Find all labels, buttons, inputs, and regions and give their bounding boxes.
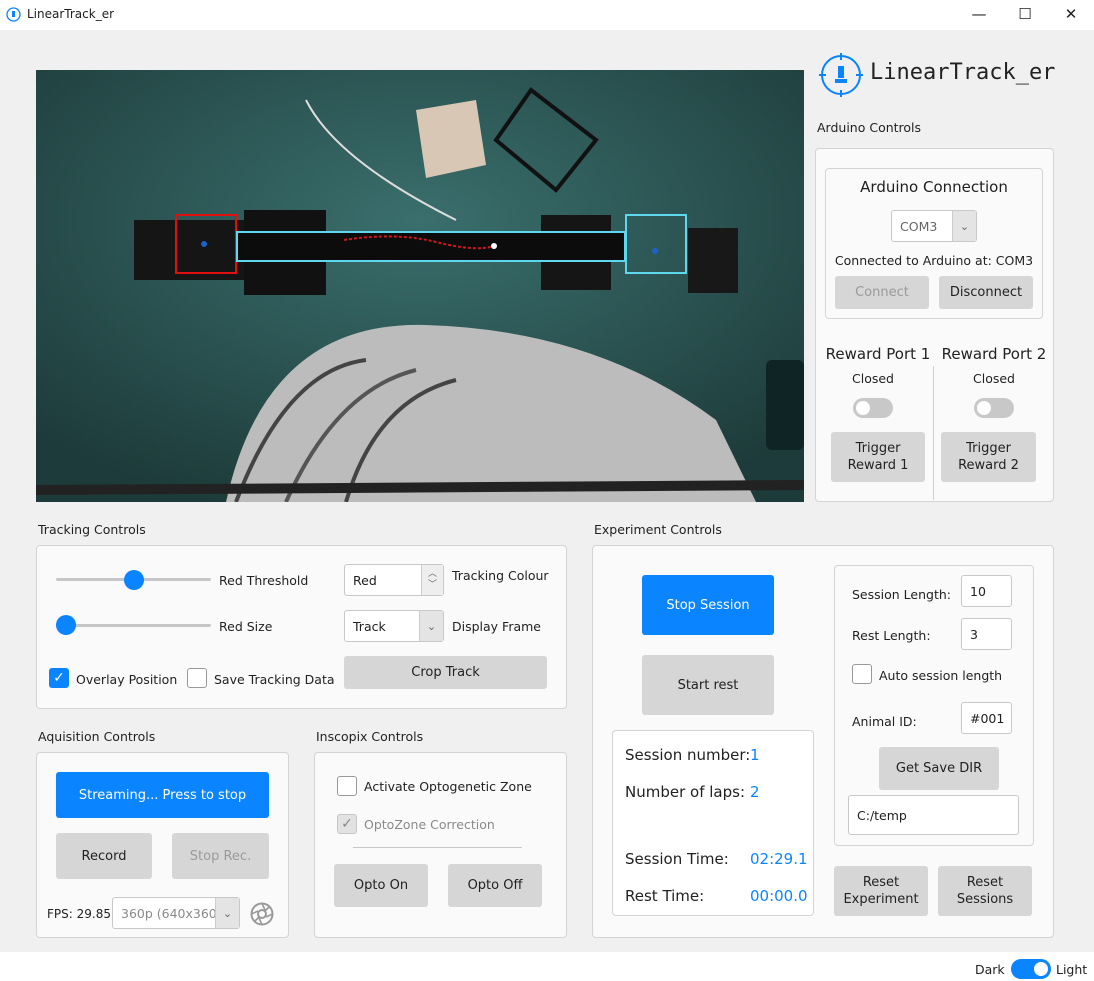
save-tracking-data-label: Save Tracking Data [214,672,335,687]
rest-length-input[interactable]: 3 [961,618,1012,650]
activate-opto-zone-label: Activate Optogenetic Zone [364,779,532,794]
rest-time-label: Rest Time: [625,887,705,905]
theme-toggle[interactable] [1011,959,1051,979]
animal-id-label: Animal ID: [852,714,917,729]
opto-zone-correction-checkbox[interactable]: ✓ [337,814,357,834]
title-bar: LinearTrack_er — ☐ ✕ [0,0,1094,30]
reward-divider [933,366,934,500]
theme-light-label: Light [1056,962,1088,977]
chevron-down-icon: ⌄ [419,611,443,641]
stop-record-button[interactable]: Stop Rec. [172,833,269,879]
reset-experiment-button[interactable]: Reset Experiment [834,866,928,916]
activate-opto-zone-checkbox[interactable] [337,776,357,796]
maximize-button[interactable]: ☐ [1002,0,1048,30]
app-icon [6,7,21,22]
stop-session-button[interactable]: Stop Session [642,575,774,635]
check-icon: ✓ [53,670,65,686]
animal-id-input[interactable]: #001 [961,702,1012,734]
session-length-label: Session Length: [852,587,951,602]
toggle-knob [856,401,870,415]
opto-off-button[interactable]: Opto Off [448,864,542,907]
camera-view[interactable] [36,70,804,502]
camera-aperture-icon[interactable] [250,902,274,926]
opto-zone-correction-label: OptoZone Correction [364,817,495,832]
connect-button[interactable]: Connect [835,276,929,309]
resolution-select[interactable]: 360p (640x360) ⌄ [112,897,240,929]
red-threshold-slider-handle[interactable] [123,570,144,590]
auto-session-length-label: Auto session length [879,668,1003,683]
window-title: LinearTrack_er [27,7,115,21]
reset-sessions-button[interactable]: Reset Sessions [938,866,1032,916]
reward-port-1-title: Reward Port 1 [825,345,931,363]
save-dir-input[interactable]: C:/temp [848,795,1019,835]
brand-logo-icon [819,53,863,97]
save-tracking-data-checkbox[interactable] [187,668,207,688]
display-frame-select[interactable]: Track ⌄ [344,610,444,642]
streaming-toggle-button[interactable]: Streaming... Press to stop [56,772,269,818]
inscopix-section-title: Inscopix Controls [316,729,424,744]
tracking-colour-spinbox[interactable]: Red ︿ ﹀ [344,564,444,596]
overlay-position-checkbox[interactable]: ✓ [49,668,69,688]
theme-dark-label: Dark [975,962,1005,977]
session-number-value: 1 [750,746,760,764]
session-time-value: 02:29.1 [750,850,808,868]
display-frame-label: Display Frame [452,619,541,634]
session-length-input[interactable]: 10 [961,575,1012,607]
start-rest-button[interactable]: Start rest [642,655,774,715]
check-icon: ✓ [341,816,353,832]
reward-port-2-state: Closed [973,371,1015,386]
tracking-colour-label: Tracking Colour [452,568,549,583]
session-time-label: Session Time: [625,850,729,868]
rest-length-label: Rest Length: [852,628,931,643]
red-threshold-label: Red Threshold [219,573,309,588]
reward-port-2-title: Reward Port 2 [941,345,1047,363]
minimize-button[interactable]: — [956,0,1002,30]
close-button[interactable]: ✕ [1048,0,1094,30]
reward-port-1-state: Closed [852,371,894,386]
display-frame-value: Track [353,618,386,634]
rest-time-value: 00:00.0 [750,887,808,905]
disconnect-button[interactable]: Disconnect [939,276,1033,309]
status-bar [0,952,1094,981]
toggle-knob [977,401,991,415]
arduino-section-title: Arduino Controls [817,120,922,135]
acquisition-section-title: Aquisition Controls [38,729,156,744]
inscopix-divider [353,847,522,848]
trigger-reward-1-button[interactable]: Trigger Reward 1 [831,432,925,482]
com-port-select[interactable]: COM3 ⌄ [891,210,977,242]
toggle-knob [1034,962,1048,976]
red-size-slider-track[interactable] [56,624,211,627]
opto-on-button[interactable]: Opto On [334,864,428,907]
com-port-value: COM3 [900,218,938,234]
resolution-value: 360p (640x360) [121,905,222,921]
connection-status: Connected to Arduino at: COM3 [834,253,1034,268]
camera-frame-image [36,70,804,502]
auto-session-length-checkbox[interactable] [852,664,872,684]
laps-value: 2 [750,783,760,801]
red-size-label: Red Size [219,619,273,634]
arduino-connection-title: Arduino Connection [860,178,1008,196]
chevron-down-icon: ⌄ [215,898,239,928]
session-number-label: Session number: [625,746,751,764]
fps-readout: FPS: 29.85 [47,907,111,921]
crop-track-button[interactable]: Crop Track [344,656,547,689]
reward-port-2-toggle[interactable] [974,398,1014,418]
spin-arrows-icon[interactable]: ︿ ﹀ [421,565,443,595]
reward-port-1-toggle[interactable] [853,398,893,418]
red-size-slider-handle[interactable] [56,615,76,635]
tracking-colour-value: Red [353,572,377,588]
chevron-down-icon: ⌄ [952,211,976,241]
laps-label: Number of laps: [625,783,745,801]
brand-name: LinearTrack_er [870,60,1056,85]
tracking-section-title: Tracking Controls [38,522,146,537]
record-button[interactable]: Record [56,833,152,879]
get-save-dir-button[interactable]: Get Save DIR [879,747,999,790]
overlay-position-label: Overlay Position [76,672,178,687]
trigger-reward-2-button[interactable]: Trigger Reward 2 [941,432,1036,482]
experiment-section-title: Experiment Controls [594,522,722,537]
